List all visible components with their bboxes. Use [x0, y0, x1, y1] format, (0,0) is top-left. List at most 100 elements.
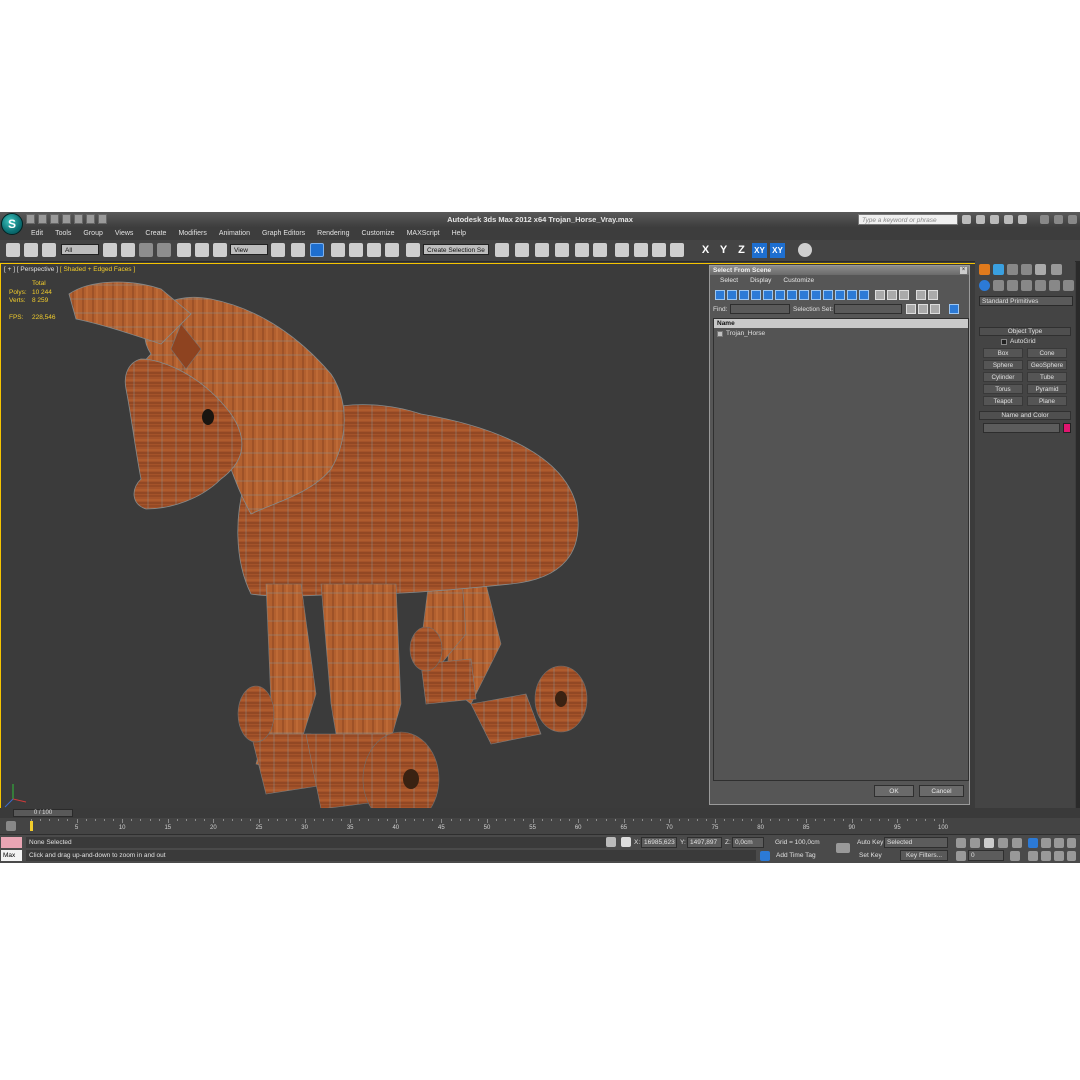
tube-button[interactable]: Tube	[1027, 372, 1067, 382]
select-manipulate-icon[interactable]	[291, 243, 305, 257]
sphere-button[interactable]: Sphere	[983, 360, 1023, 370]
plane-button[interactable]: Plane	[1027, 396, 1067, 406]
render-setup-icon[interactable]	[634, 243, 648, 257]
key-filters-button[interactable]: Key Filters...	[900, 850, 948, 861]
selection-set-dropdown[interactable]	[834, 304, 902, 314]
find-case-icon[interactable]	[918, 304, 928, 314]
menu-views[interactable]: Views	[109, 228, 140, 240]
angle-snap-icon[interactable]	[349, 243, 363, 257]
time-tag-icon[interactable]	[760, 851, 770, 861]
cancel-button[interactable]: Cancel	[919, 785, 964, 797]
key-mode-toggle-icon[interactable]	[956, 851, 966, 861]
torus-button[interactable]: Torus	[983, 384, 1023, 394]
object-name[interactable]: Trojan_Horse	[726, 330, 765, 337]
zoom-extents-icon[interactable]	[1054, 838, 1064, 848]
close-icon[interactable]: ×	[960, 267, 967, 274]
help-icon[interactable]	[1018, 215, 1027, 224]
find-input[interactable]	[730, 304, 790, 314]
maxscript-input[interactable]: Max	[1, 850, 22, 861]
command-panel-scrollbar[interactable]	[1076, 261, 1080, 817]
orbit-icon[interactable]	[1054, 851, 1064, 861]
display-space-warps-icon[interactable]	[775, 290, 785, 300]
primitive-category-dropdown[interactable]: Standard Primitives	[979, 296, 1073, 306]
geometry-icon[interactable]	[979, 280, 990, 291]
menu-create[interactable]: Create	[139, 228, 172, 240]
percent-snap-icon[interactable]	[367, 243, 381, 257]
modify-tab-icon[interactable]	[993, 264, 1004, 275]
move-icon[interactable]	[177, 243, 191, 257]
select-all-icon[interactable]	[875, 290, 885, 300]
scale-icon[interactable]	[213, 243, 227, 257]
previous-frame-icon[interactable]	[970, 838, 980, 848]
rotate-icon[interactable]	[195, 243, 209, 257]
display-shapes-icon[interactable]	[727, 290, 737, 300]
current-frame-field[interactable]: 0	[968, 850, 1004, 861]
select-object-icon[interactable]	[103, 243, 117, 257]
name-and-color-rollout[interactable]: Name and Color	[979, 411, 1071, 420]
mirror-icon[interactable]	[495, 243, 509, 257]
zoom-extents-all-icon[interactable]	[1067, 838, 1076, 848]
layer-manager-icon[interactable]	[535, 243, 549, 257]
display-cameras-icon[interactable]	[751, 290, 761, 300]
menu-rendering[interactable]: Rendering	[311, 228, 355, 240]
cameras-icon[interactable]	[1021, 280, 1032, 291]
maximize-icon[interactable]	[1054, 215, 1063, 224]
pivot-center-icon[interactable]	[271, 243, 285, 257]
z-coord-field[interactable]: 0,0cm	[732, 837, 764, 848]
menu-graph-editors[interactable]: Graph Editors	[256, 228, 311, 240]
play-icon[interactable]	[984, 838, 994, 848]
go-to-end-icon[interactable]	[1012, 838, 1022, 848]
systems-icon[interactable]	[1063, 280, 1074, 291]
menu-maxscript[interactable]: MAXScript	[401, 228, 446, 240]
filter-options-icon[interactable]	[928, 290, 938, 300]
set-key-button[interactable]: Set Key	[859, 852, 882, 859]
teapot-button[interactable]: Teapot	[983, 396, 1023, 406]
cylinder-button[interactable]: Cylinder	[983, 372, 1023, 382]
zoom-icon[interactable]	[1028, 838, 1038, 848]
create-tab-icon[interactable]	[979, 264, 990, 275]
menu-tools[interactable]: Tools	[49, 228, 77, 240]
auto-key-button[interactable]: Auto Key	[857, 839, 883, 846]
maximize-viewport-icon[interactable]	[1067, 851, 1076, 861]
render-production-icon[interactable]	[670, 243, 684, 257]
selection-set-options-icon[interactable]	[906, 304, 916, 314]
communication-icon[interactable]	[990, 215, 999, 224]
object-color-swatch[interactable]	[1063, 423, 1071, 433]
unlink-icon[interactable]	[24, 243, 38, 257]
restrict-x-button[interactable]: X	[698, 243, 713, 258]
menu-animation[interactable]: Animation	[213, 228, 256, 240]
lock-selection-icon[interactable]	[606, 837, 616, 847]
x-coord-field[interactable]: 16985,623	[641, 837, 677, 848]
shapes-icon[interactable]	[993, 280, 1004, 291]
maxscript-mini-listener[interactable]	[1, 837, 22, 848]
align-icon[interactable]	[515, 243, 529, 257]
absolute-mode-icon[interactable]	[621, 837, 631, 847]
current-frame-marker[interactable]	[30, 821, 33, 831]
material-editor-icon[interactable]	[615, 243, 629, 257]
key-icon[interactable]	[836, 843, 850, 853]
favorites-icon[interactable]	[1004, 215, 1013, 224]
zoom-all-icon[interactable]	[1041, 838, 1051, 848]
display-lights-icon[interactable]	[739, 290, 749, 300]
display-bones-icon[interactable]	[811, 290, 821, 300]
curve-editor-icon[interactable]	[575, 243, 589, 257]
display-groups-icon[interactable]	[787, 290, 797, 300]
add-time-tag-button[interactable]: Add Time Tag	[776, 852, 816, 859]
restrict-z-button[interactable]: Z	[734, 243, 749, 258]
edit-named-selection-icon[interactable]	[406, 243, 420, 257]
snaps-toggle-icon[interactable]	[331, 243, 345, 257]
list-item[interactable]: Trojan_Horse	[714, 328, 968, 337]
next-frame-icon[interactable]	[998, 838, 1008, 848]
keyboard-shortcut-override-icon[interactable]	[310, 243, 324, 257]
menu-group[interactable]: Group	[77, 228, 108, 240]
graphite-ribbon-icon[interactable]	[555, 243, 569, 257]
bind-space-warp-icon[interactable]	[42, 243, 56, 257]
autogrid-checkbox[interactable]: AutoGrid	[1001, 338, 1036, 345]
geosphere-button[interactable]: GeoSphere	[1027, 360, 1067, 370]
ok-button[interactable]: OK	[874, 785, 914, 797]
time-configuration-icon[interactable]	[1010, 851, 1020, 861]
utilities-tab-icon[interactable]	[1051, 264, 1062, 275]
menu-help[interactable]: Help	[446, 228, 472, 240]
display-containers-icon[interactable]	[823, 290, 833, 300]
reference-coordinate-dropdown[interactable]: View	[230, 244, 268, 255]
